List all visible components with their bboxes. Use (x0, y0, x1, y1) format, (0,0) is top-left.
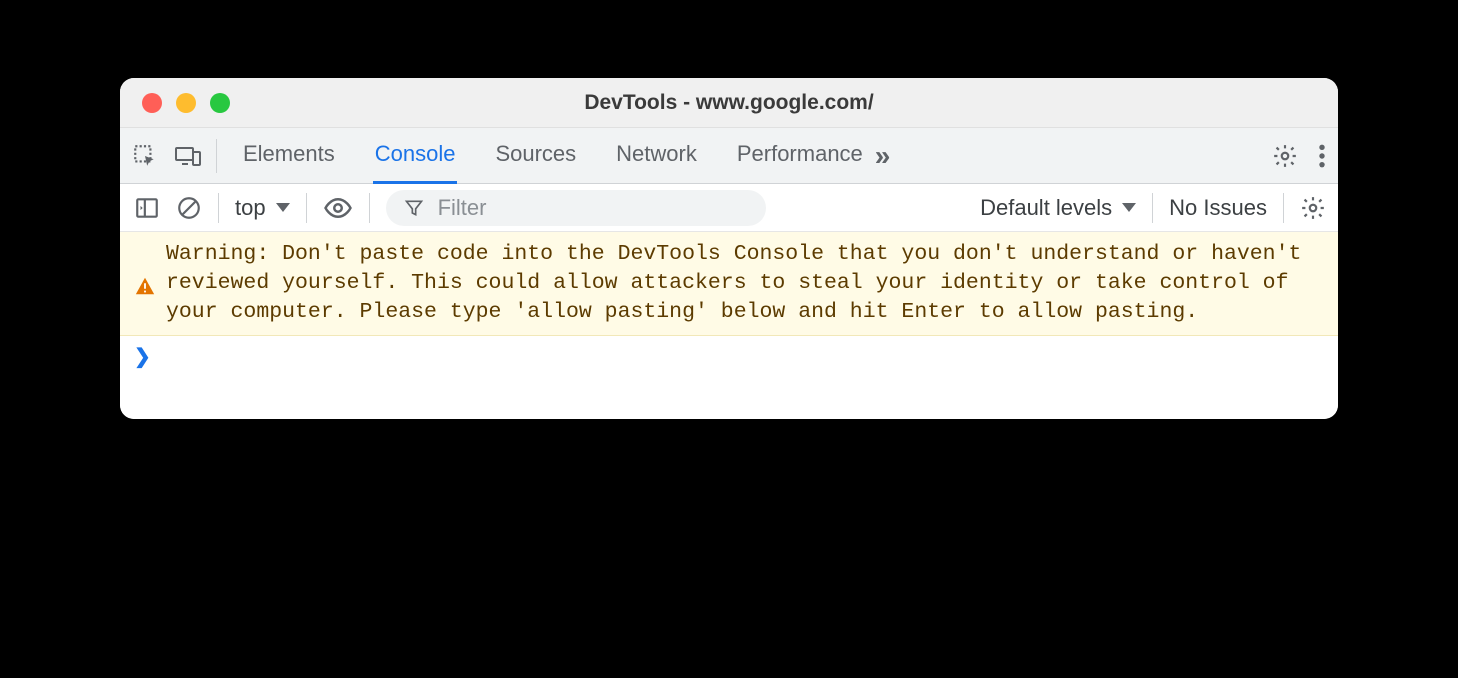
warning-message: Warning: Don't paste code into the DevTo… (166, 240, 1320, 327)
live-expression-eye-icon[interactable] (323, 195, 353, 221)
tab-sources[interactable]: Sources (493, 128, 578, 184)
devtools-window: DevTools - www.google.com/ Elements Cons… (120, 78, 1338, 419)
panel-tabs: Elements Console Sources Network Perform… (241, 128, 865, 184)
prompt-caret-icon: ❯ (134, 344, 151, 369)
execution-context-selector[interactable]: top (235, 195, 290, 221)
window-title: DevTools - www.google.com/ (120, 91, 1338, 115)
tab-network[interactable]: Network (614, 128, 699, 184)
divider (218, 193, 219, 223)
issues-counter[interactable]: No Issues (1169, 195, 1267, 221)
window-close-button[interactable] (142, 93, 162, 113)
traffic-lights (120, 93, 230, 113)
toggle-sidebar-icon[interactable] (134, 195, 160, 221)
tabbar-trailing-tools (1256, 143, 1326, 169)
divider (369, 193, 370, 223)
inspect-element-icon[interactable] (132, 143, 158, 169)
divider (306, 193, 307, 223)
filter-input[interactable] (438, 195, 748, 221)
levels-label: Default levels (980, 195, 1112, 221)
console-output: Warning: Don't paste code into the DevTo… (120, 232, 1338, 419)
filter-funnel-icon (404, 198, 424, 218)
warning-triangle-icon (134, 244, 156, 327)
tabbar-leading-tools (132, 139, 217, 173)
context-label: top (235, 195, 266, 221)
panel-tabbar: Elements Console Sources Network Perform… (120, 128, 1338, 184)
tab-elements[interactable]: Elements (241, 128, 337, 184)
device-toolbar-icon[interactable] (174, 143, 202, 169)
console-warning-row: Warning: Don't paste code into the DevTo… (120, 232, 1338, 336)
chevron-down-icon (1122, 203, 1136, 212)
filter-box[interactable] (386, 190, 766, 226)
clear-console-icon[interactable] (176, 195, 202, 221)
overflow-tabs-button[interactable]: » (869, 140, 894, 172)
divider (1152, 193, 1153, 223)
chevron-down-icon (276, 203, 290, 212)
window-minimize-button[interactable] (176, 93, 196, 113)
tab-console[interactable]: Console (373, 128, 458, 184)
console-toolbar: top Default levels No Issues (120, 184, 1338, 232)
console-settings-gear-icon[interactable] (1300, 195, 1326, 221)
console-prompt-row[interactable]: ❯ (120, 336, 1338, 419)
kebab-menu-icon[interactable] (1318, 143, 1326, 169)
titlebar: DevTools - www.google.com/ (120, 78, 1338, 128)
window-maximize-button[interactable] (210, 93, 230, 113)
settings-gear-icon[interactable] (1272, 143, 1298, 169)
console-input[interactable] (163, 345, 1324, 369)
log-levels-selector[interactable]: Default levels (980, 195, 1136, 221)
tab-performance[interactable]: Performance (735, 128, 865, 184)
divider (1283, 193, 1284, 223)
